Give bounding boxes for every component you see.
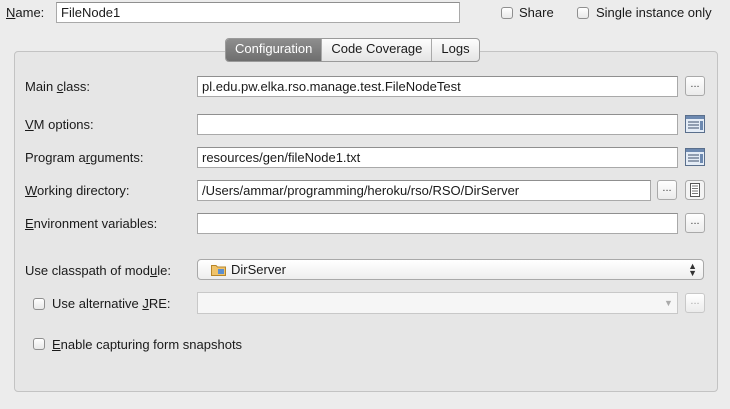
single-instance-checkbox[interactable] xyxy=(577,7,589,19)
dropdown-arrow-icon: ▼ xyxy=(688,268,697,278)
tab-bar: Configuration Code Coverage Logs xyxy=(225,38,480,62)
vm-options-expand-icon[interactable] xyxy=(685,115,705,133)
program-arguments-expand-icon[interactable] xyxy=(685,148,705,166)
name-input[interactable]: FileNode1 xyxy=(56,2,460,23)
main-class-label: Main class: xyxy=(25,79,91,94)
classpath-module-value: DirServer xyxy=(231,262,286,277)
working-directory-input[interactable]: /Users/ammar/programming/heroku/rso/RSO/… xyxy=(197,180,651,201)
vm-options-label: VM options: xyxy=(25,117,94,132)
tab-code-coverage[interactable]: Code Coverage xyxy=(321,39,431,61)
form-snapshots-label: Enable capturing form snapshots xyxy=(52,337,243,352)
module-folder-icon xyxy=(211,265,226,276)
main-class-browse-button[interactable]: ... xyxy=(685,76,705,96)
alt-jre-dropdown-arrow-icon: ▼ xyxy=(664,298,673,308)
vm-options-input[interactable] xyxy=(197,114,678,135)
alt-jre-checkbox[interactable] xyxy=(33,298,45,310)
classpath-module-label: Use classpath of module: xyxy=(25,263,171,278)
program-arguments-label: Program arguments: xyxy=(25,150,144,165)
working-directory-label: Working directory: xyxy=(25,183,130,198)
single-instance-label: Single instance only xyxy=(596,5,712,20)
classpath-module-select[interactable]: DirServer ▲ ▼ xyxy=(197,259,704,280)
share-label: Share xyxy=(519,5,554,20)
share-checkbox[interactable] xyxy=(501,7,513,19)
name-label: Name: xyxy=(6,5,45,20)
program-arguments-input[interactable]: resources/gen/fileNode1.txt xyxy=(197,147,678,168)
environment-variables-browse-button[interactable]: ... xyxy=(685,213,705,233)
alt-jre-browse-button: ... xyxy=(685,293,705,313)
main-class-input[interactable]: pl.edu.pw.elka.rso.manage.test.FileNodeT… xyxy=(197,76,678,97)
working-directory-browse-button[interactable]: ... xyxy=(657,180,677,200)
alt-jre-select xyxy=(197,292,678,314)
environment-variables-input[interactable] xyxy=(197,213,678,234)
form-snapshots-checkbox[interactable] xyxy=(33,338,45,350)
tab-configuration[interactable]: Configuration xyxy=(226,39,322,61)
alt-jre-label: Use alternative JRE: xyxy=(52,296,171,311)
macro-insert-icon[interactable] xyxy=(685,180,705,200)
environment-variables-label: Environment variables: xyxy=(25,216,158,231)
tab-logs[interactable]: Logs xyxy=(431,39,478,61)
